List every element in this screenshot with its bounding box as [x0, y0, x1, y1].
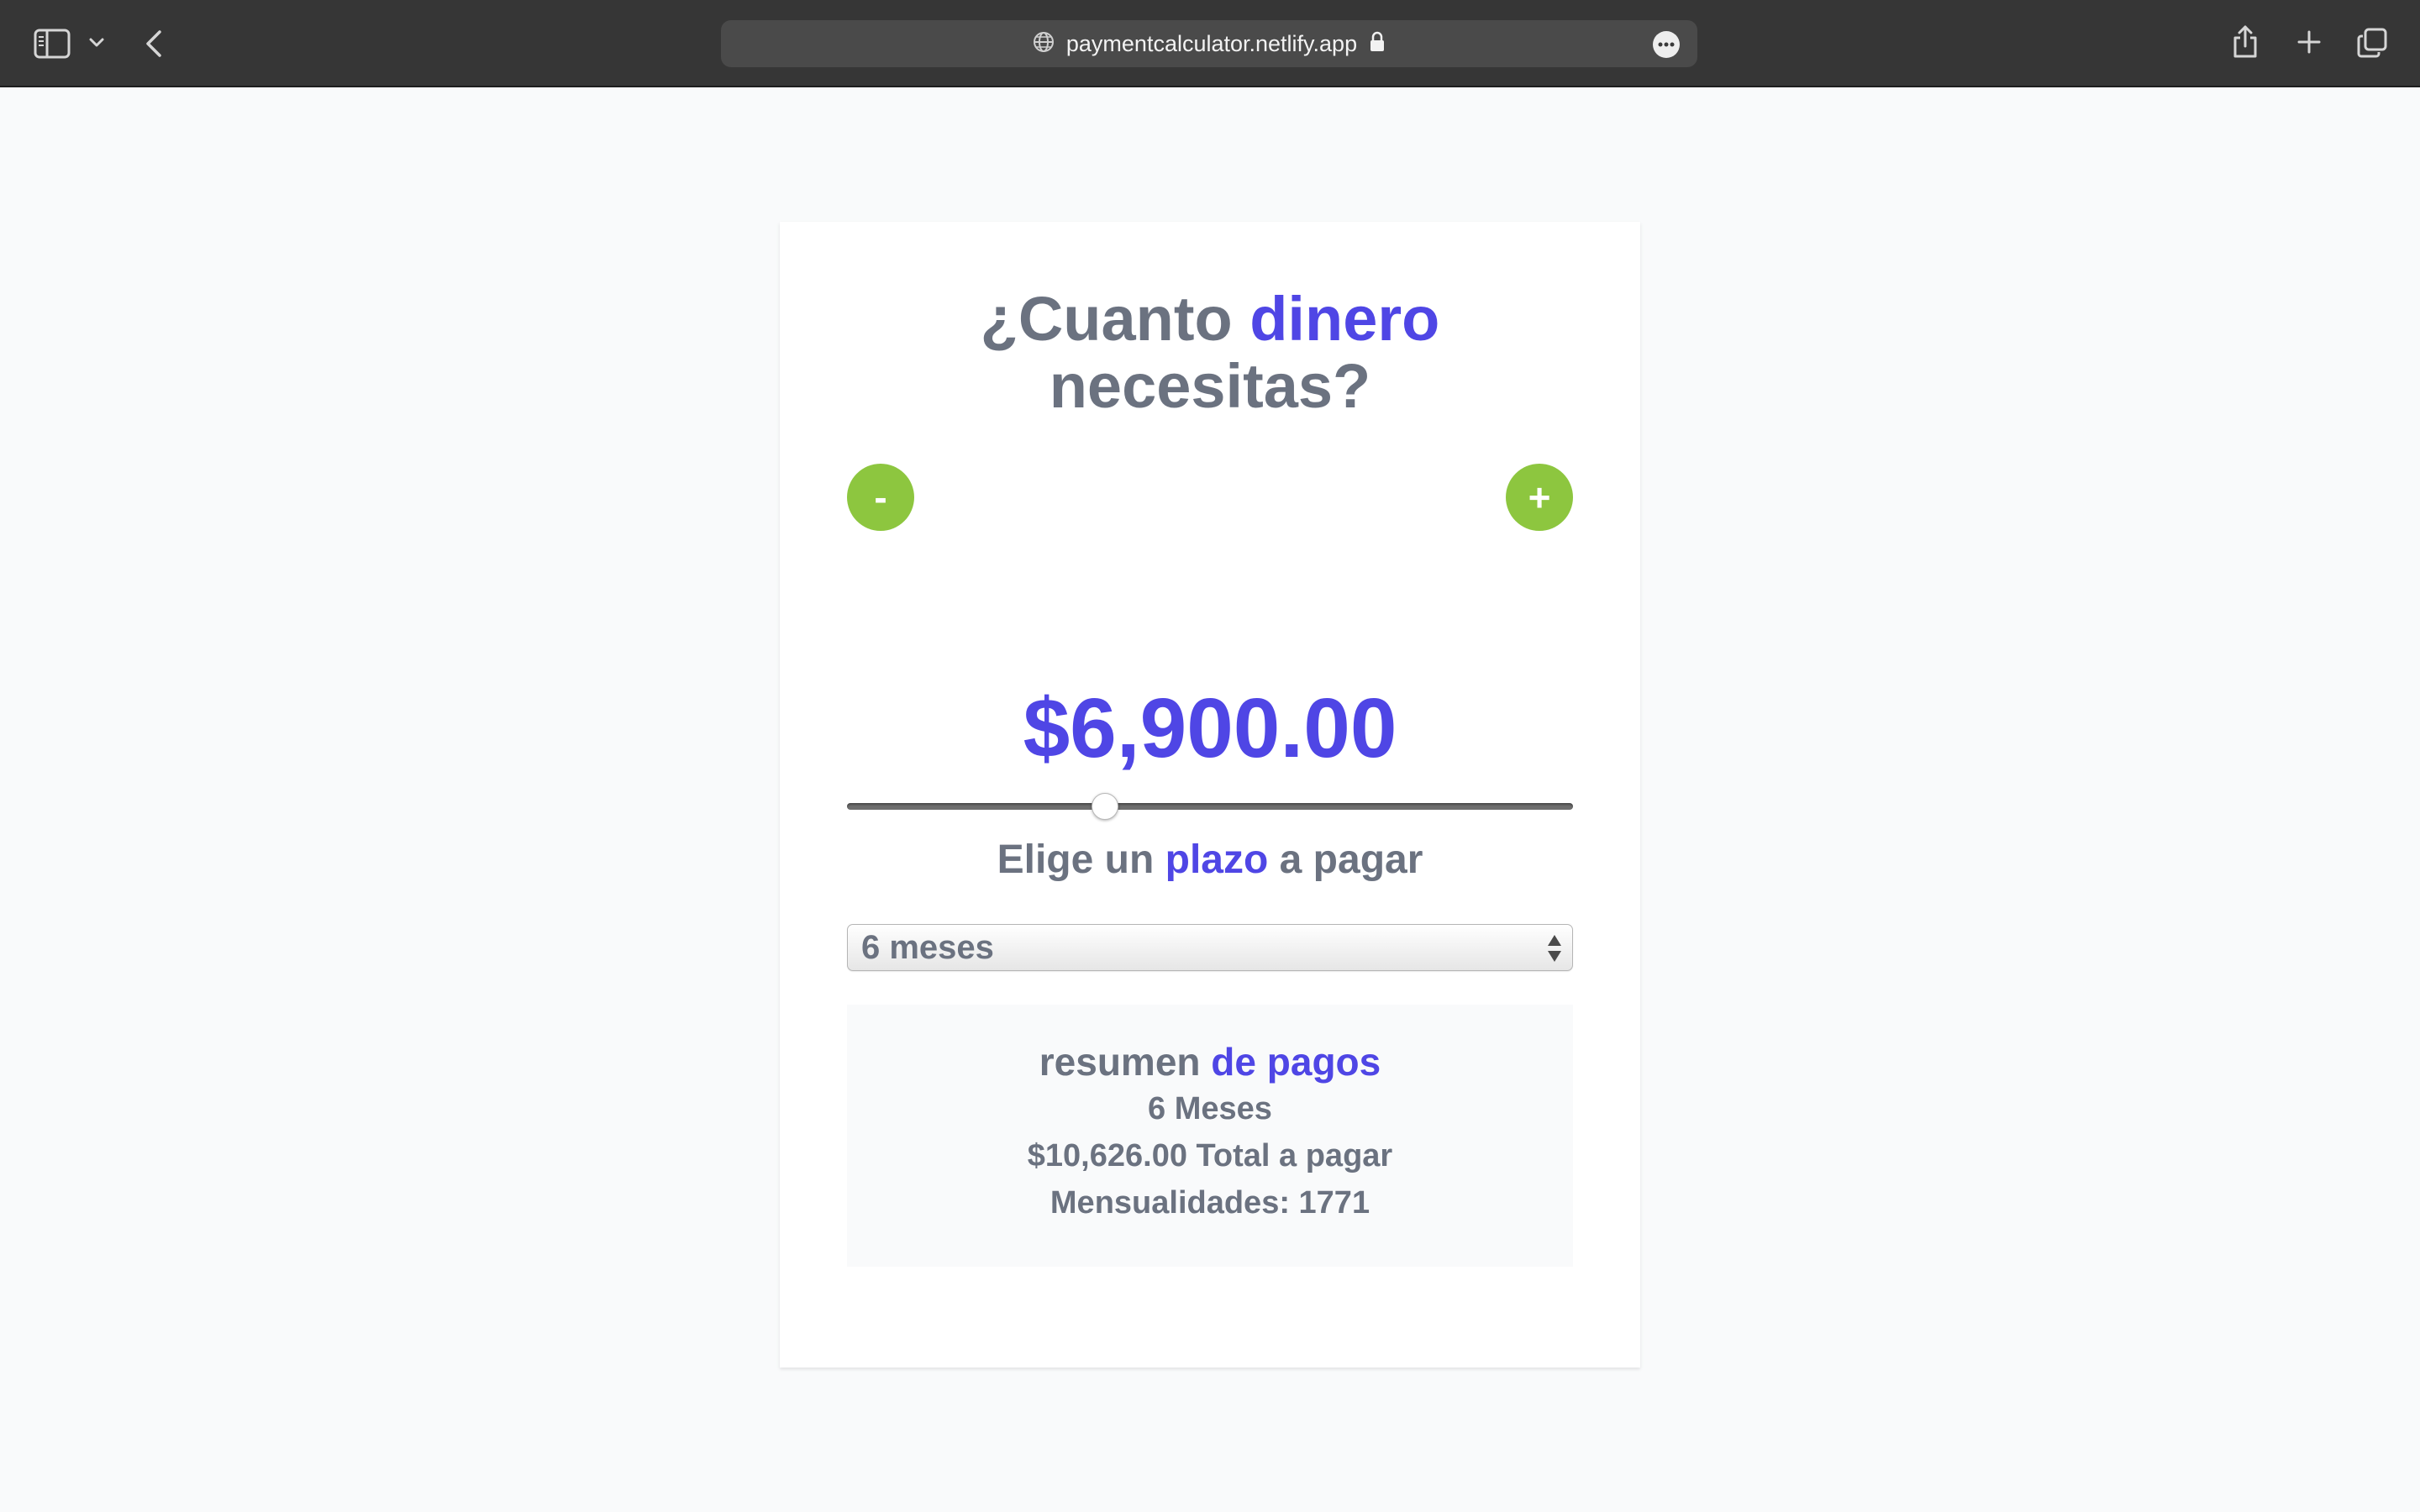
lock-icon	[1369, 31, 1386, 57]
select-arrows-icon	[1545, 932, 1564, 964]
title-part1: ¿Cuanto	[980, 284, 1233, 354]
page-title: ¿Cuanto dinero necesitas?	[780, 286, 1640, 420]
summary-monthly: Mensualidades: 1771	[1050, 1185, 1370, 1221]
term-heading: Elige un plazo a pagar	[780, 837, 1640, 884]
browser-toolbar: paymentcalculator.netlify.app	[0, 0, 2420, 87]
slider-thumb[interactable]	[1092, 793, 1119, 820]
amount-value: $6,900.00	[1023, 681, 1397, 775]
sidebar-icon[interactable]	[34, 29, 71, 59]
summary-title: resumen de pagos	[847, 1038, 1573, 1085]
term-heading-part2: a pagar	[1279, 837, 1423, 882]
slider-track[interactable]	[847, 803, 1573, 810]
more-icon[interactable]	[1652, 30, 1681, 59]
calculator-card: ¿Cuanto dinero necesitas? - + $6,900.00 …	[780, 222, 1640, 1368]
globe-icon	[1033, 31, 1055, 57]
payment-summary: resumen de pagos 6 Meses $10,626.00 Tota…	[847, 1005, 1573, 1267]
decrease-button[interactable]: -	[847, 464, 914, 531]
summary-months: 6 Meses	[1148, 1091, 1272, 1126]
back-icon[interactable]	[139, 27, 168, 60]
plus-icon[interactable]	[2292, 25, 2326, 59]
term-select[interactable]: 6 meses	[847, 924, 1573, 971]
address-bar[interactable]: paymentcalculator.netlify.app	[721, 20, 1697, 67]
summary-total: $10,626.00 Total a pagar	[1027, 1138, 1393, 1173]
amount-slider[interactable]	[847, 790, 1573, 823]
share-icon[interactable]	[2228, 24, 2262, 60]
term-heading-accent: plazo	[1165, 837, 1269, 882]
increase-button[interactable]: +	[1506, 464, 1573, 531]
tabs-icon[interactable]	[2354, 25, 2390, 60]
title-accent: dinero	[1249, 284, 1440, 354]
term-select-value: 6 meses	[861, 929, 994, 966]
term-heading-part1: Elige un	[997, 837, 1155, 882]
summary-title-accent: de pagos	[1211, 1040, 1381, 1084]
url-text: paymentcalculator.netlify.app	[1065, 30, 1358, 56]
title-part2: necesitas?	[1049, 351, 1371, 421]
summary-title-part1: resumen	[1039, 1040, 1201, 1084]
address-content: paymentcalculator.netlify.app	[721, 20, 1697, 67]
chevron-down-icon[interactable]	[86, 32, 108, 54]
